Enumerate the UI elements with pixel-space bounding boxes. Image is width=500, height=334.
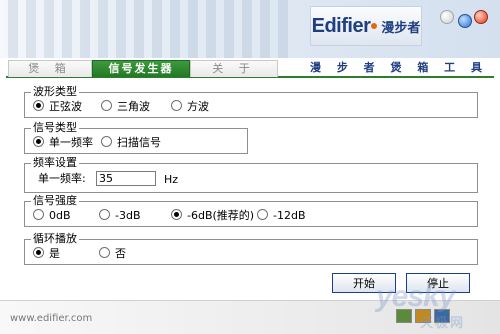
option-label: 方波 bbox=[187, 100, 209, 113]
option-label: -12dB bbox=[273, 209, 306, 222]
header-stripe bbox=[224, 0, 234, 58]
signal-strength-title: 信号强度 bbox=[31, 194, 79, 208]
option-label: 是 bbox=[49, 247, 60, 260]
strength-3db-option[interactable]: -3dB bbox=[99, 209, 141, 223]
strength-0db-option[interactable]: 0dB bbox=[33, 209, 71, 223]
radio-icon[interactable] bbox=[101, 100, 112, 111]
option-label: 否 bbox=[115, 247, 126, 260]
header-stripe bbox=[170, 0, 180, 58]
waveform-title: 波形类型 bbox=[31, 85, 79, 99]
signal-type-group: 信号类型 单一频率 扫描信号 bbox=[24, 121, 248, 154]
minimize-button[interactable] bbox=[440, 10, 454, 24]
frequency-unit: Hz bbox=[164, 173, 179, 186]
radio-icon[interactable] bbox=[171, 100, 182, 111]
brand-name-cn: 漫步者 bbox=[381, 20, 421, 36]
loop-playback-title: 循环播放 bbox=[31, 232, 79, 246]
brand-dot-icon bbox=[371, 22, 378, 29]
tab-signal-generator[interactable]: 信号发生器 bbox=[92, 60, 190, 77]
yesky-watermark-cn: 天极网 bbox=[420, 316, 466, 331]
header-stripe bbox=[152, 0, 162, 58]
yesky-watermark: yesky bbox=[376, 280, 455, 313]
option-label: 正弦波 bbox=[49, 100, 82, 113]
header-stripe bbox=[98, 0, 108, 58]
header-stripe bbox=[8, 0, 18, 58]
frequency-label: 单一频率: bbox=[38, 172, 86, 185]
radio-selected-icon[interactable] bbox=[33, 100, 44, 111]
header: Edifier 漫步者 bbox=[0, 0, 500, 58]
signal-strength-group: 信号强度 0dB -3dB -6dB(推荐的) -12dB bbox=[24, 194, 478, 227]
frequency-group: 频率设置 bbox=[24, 156, 478, 193]
option-label: 扫描信号 bbox=[117, 136, 161, 149]
tab-speaker-burn-in[interactable]: 煲 箱 bbox=[8, 60, 92, 77]
waveform-group: 波形类型 正弦波 三角波 方波 bbox=[24, 85, 478, 118]
option-label: -6dB(推荐的) bbox=[187, 209, 255, 222]
app-window: Edifier 漫步者 煲 箱 信号发生器 关 于 漫 步 者 煲 箱 工 具 … bbox=[0, 0, 500, 334]
footer-website[interactable]: www.edifier.com bbox=[10, 313, 92, 324]
option-label: 三角波 bbox=[117, 100, 150, 113]
radio-icon[interactable] bbox=[99, 247, 110, 258]
header-stripe bbox=[188, 0, 198, 58]
header-stripe bbox=[278, 0, 288, 58]
header-stripe bbox=[44, 0, 54, 58]
close-button[interactable] bbox=[474, 10, 488, 24]
strength-12db-option[interactable]: -12dB bbox=[257, 209, 306, 223]
maximize-button[interactable] bbox=[458, 14, 472, 28]
brand-name: Edifier bbox=[311, 14, 371, 37]
header-stripe bbox=[260, 0, 270, 58]
header-stripe bbox=[134, 0, 144, 58]
header-stripe bbox=[26, 0, 36, 58]
tab-about[interactable]: 关 于 bbox=[190, 60, 278, 77]
radio-icon[interactable] bbox=[99, 209, 110, 220]
brand-logo: Edifier 漫步者 bbox=[310, 6, 422, 46]
option-label: 0dB bbox=[49, 209, 71, 222]
single-frequency-option[interactable]: 单一频率 bbox=[33, 136, 93, 150]
loop-no-option[interactable]: 否 bbox=[99, 247, 126, 261]
sweep-signal-option[interactable]: 扫描信号 bbox=[101, 136, 161, 150]
radio-selected-icon[interactable] bbox=[171, 209, 182, 220]
tab-bar: 煲 箱 信号发生器 关 于 漫 步 者 煲 箱 工 具 bbox=[6, 58, 494, 78]
radio-icon[interactable] bbox=[101, 136, 112, 147]
loop-playback-group: 循环播放 是 否 bbox=[24, 232, 478, 265]
header-stripe bbox=[80, 0, 90, 58]
option-label: -3dB bbox=[115, 209, 141, 222]
header-stripe bbox=[206, 0, 216, 58]
loop-yes-option[interactable]: 是 bbox=[33, 247, 60, 261]
frequency-input[interactable] bbox=[96, 171, 156, 186]
header-stripe bbox=[62, 0, 72, 58]
option-label: 单一频率 bbox=[49, 136, 93, 149]
radio-selected-icon[interactable] bbox=[33, 247, 44, 258]
strength-6db-option[interactable]: -6dB(推荐的) bbox=[171, 209, 254, 223]
radio-icon[interactable] bbox=[33, 209, 44, 220]
waveform-triangle-option[interactable]: 三角波 bbox=[101, 100, 150, 114]
app-tagline: 漫 步 者 煲 箱 工 具 bbox=[310, 61, 488, 74]
waveform-sine-option[interactable]: 正弦波 bbox=[33, 100, 82, 114]
header-stripe bbox=[242, 0, 252, 58]
signal-type-title: 信号类型 bbox=[31, 121, 79, 135]
radio-selected-icon[interactable] bbox=[33, 136, 44, 147]
radio-icon[interactable] bbox=[257, 209, 268, 220]
header-stripe bbox=[116, 0, 126, 58]
waveform-square-option[interactable]: 方波 bbox=[171, 100, 209, 114]
frequency-title: 频率设置 bbox=[31, 156, 79, 170]
